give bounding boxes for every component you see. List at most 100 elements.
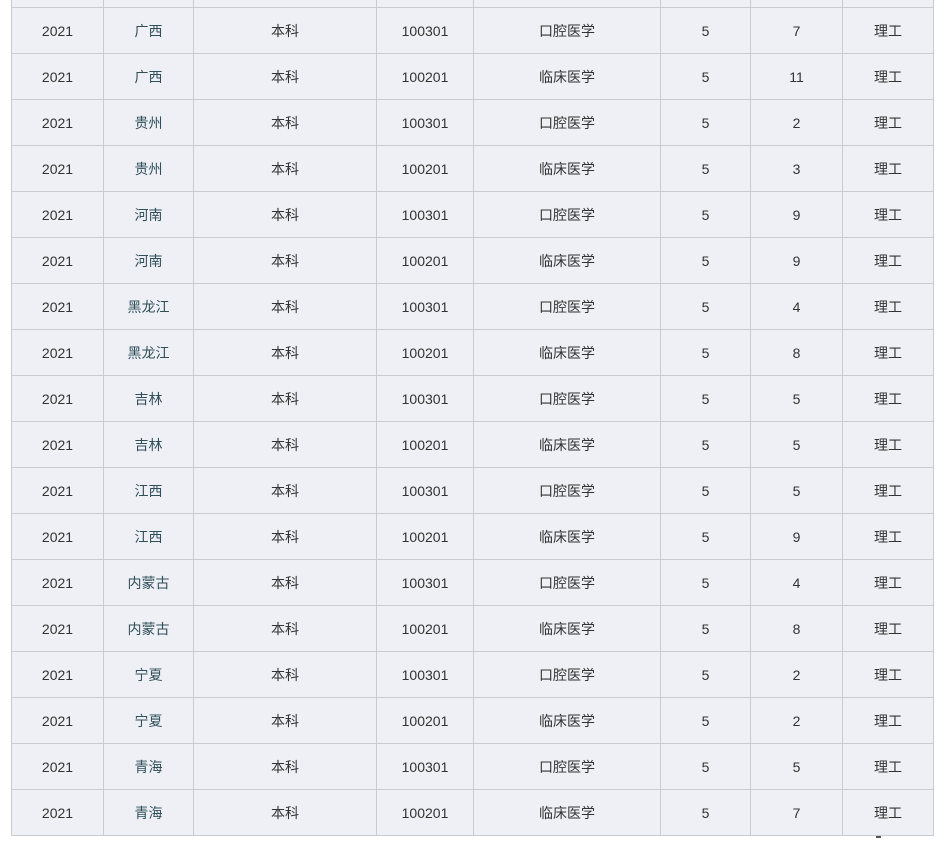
enrollment-count-cell: 5	[750, 375, 843, 422]
major-name-cell: 临床医学	[473, 421, 661, 468]
major-code-cell: 100201	[376, 237, 474, 284]
table-row: 2021 宁夏 本科 100201 临床医学 5 2 理工	[11, 697, 934, 744]
year-cell: 2021	[11, 375, 104, 422]
level-cell: 本科	[193, 145, 377, 192]
enrollment-count-cell: 8	[750, 605, 843, 652]
table-row: 2021 黑龙江 本科 100301 口腔医学 5 4 理工	[11, 283, 934, 330]
table-body: 2021 广西 本科 100301 口腔医学 5 7 理工 2021 广西 本科 100201 临床医学…	[11, 0, 934, 836]
major-name-cell: 口腔医学	[473, 191, 661, 238]
duration-cell: 5	[660, 191, 751, 238]
table-row: 2021 内蒙古 本科 100301 口腔医学 5 4 理工	[11, 559, 934, 606]
major-name-cell: 口腔医学	[473, 99, 661, 146]
enrollment-count-cell: 8	[750, 329, 843, 376]
year-cell: 2021	[11, 651, 104, 698]
major-name-cell: 临床医学	[473, 53, 661, 100]
table-row-partial	[11, 0, 934, 8]
table-row: 2021 广西 本科 100301 口腔医学 5 7 理工	[11, 7, 934, 54]
major-name-cell: 口腔医学	[473, 375, 661, 422]
major-name-cell: 临床医学	[473, 789, 661, 836]
category-cell: 理工	[842, 651, 934, 698]
duration-cell: 5	[660, 421, 751, 468]
province-cell: 广西	[103, 53, 194, 100]
category-cell: 理工	[842, 421, 934, 468]
major-name-cell: 口腔医学	[473, 559, 661, 606]
category-cell: 理工	[842, 789, 934, 836]
major-code-cell: 100201	[376, 145, 474, 192]
level-cell: 本科	[193, 559, 377, 606]
table-row: 2021 广西 本科 100201 临床医学 5 11 理工	[11, 53, 934, 100]
enrollment-count-cell: 7	[750, 789, 843, 836]
table-row: 2021 贵州 本科 100201 临床医学 5 3 理工	[11, 145, 934, 192]
year-cell: 2021	[11, 467, 104, 514]
table-cell	[842, 0, 934, 8]
enrollment-count-cell: 3	[750, 145, 843, 192]
major-code-cell: 100201	[376, 697, 474, 744]
major-code-cell: 100201	[376, 421, 474, 468]
table-row: 2021 内蒙古 本科 100201 临床医学 5 8 理工	[11, 605, 934, 652]
duration-cell: 5	[660, 697, 751, 744]
year-cell: 2021	[11, 7, 104, 54]
year-cell: 2021	[11, 789, 104, 836]
table-row: 2021 青海 本科 100301 口腔医学 5 5 理工	[11, 743, 934, 790]
category-cell: 理工	[842, 467, 934, 514]
enrollment-count-cell: 11	[750, 53, 843, 100]
year-cell: 2021	[11, 329, 104, 376]
duration-cell: 5	[660, 283, 751, 330]
major-code-cell: 100301	[376, 191, 474, 238]
major-name-cell: 口腔医学	[473, 283, 661, 330]
province-cell: 青海	[103, 743, 194, 790]
category-cell: 理工	[842, 145, 934, 192]
table-row: 2021 青海 本科 100201 临床医学 5 7 理工	[11, 789, 934, 836]
category-cell: 理工	[842, 559, 934, 606]
major-code-cell: 100301	[376, 375, 474, 422]
category-cell: 理工	[842, 99, 934, 146]
table-cell	[660, 0, 751, 8]
table-row: 2021 河南 本科 100201 临床医学 5 9 理工	[11, 237, 934, 284]
major-name-cell: 临床医学	[473, 697, 661, 744]
level-cell: 本科	[193, 421, 377, 468]
province-cell: 内蒙古	[103, 605, 194, 652]
duration-cell: 5	[660, 743, 751, 790]
province-cell: 吉林	[103, 421, 194, 468]
level-cell: 本科	[193, 651, 377, 698]
level-cell: 本科	[193, 743, 377, 790]
table-cell	[376, 0, 474, 8]
province-cell: 河南	[103, 237, 194, 284]
scroll-artifact	[876, 836, 881, 838]
category-cell: 理工	[842, 53, 934, 100]
province-cell: 黑龙江	[103, 329, 194, 376]
duration-cell: 5	[660, 7, 751, 54]
level-cell: 本科	[193, 375, 377, 422]
province-cell: 吉林	[103, 375, 194, 422]
enrollment-count-cell: 9	[750, 237, 843, 284]
table-row: 2021 吉林 本科 100301 口腔医学 5 5 理工	[11, 375, 934, 422]
year-cell: 2021	[11, 743, 104, 790]
province-cell: 贵州	[103, 99, 194, 146]
duration-cell: 5	[660, 559, 751, 606]
enrollment-count-cell: 5	[750, 421, 843, 468]
enrollment-count-cell: 5	[750, 743, 843, 790]
province-cell: 江西	[103, 513, 194, 560]
year-cell: 2021	[11, 145, 104, 192]
enrollment-count-cell: 2	[750, 99, 843, 146]
category-cell: 理工	[842, 283, 934, 330]
level-cell: 本科	[193, 99, 377, 146]
province-cell: 广西	[103, 7, 194, 54]
category-cell: 理工	[842, 7, 934, 54]
level-cell: 本科	[193, 53, 377, 100]
province-cell: 江西	[103, 467, 194, 514]
major-code-cell: 100201	[376, 605, 474, 652]
category-cell: 理工	[842, 375, 934, 422]
major-name-cell: 口腔医学	[473, 651, 661, 698]
year-cell: 2021	[11, 53, 104, 100]
major-code-cell: 100301	[376, 283, 474, 330]
major-name-cell: 临床医学	[473, 237, 661, 284]
admissions-table: 2021 广西 本科 100301 口腔医学 5 7 理工 2021 广西 本科 100201 临床医学…	[11, 0, 934, 836]
major-name-cell: 口腔医学	[473, 7, 661, 54]
category-cell: 理工	[842, 237, 934, 284]
category-cell: 理工	[842, 743, 934, 790]
table-cell	[103, 0, 194, 8]
enrollment-count-cell: 2	[750, 697, 843, 744]
major-code-cell: 100301	[376, 743, 474, 790]
level-cell: 本科	[193, 697, 377, 744]
